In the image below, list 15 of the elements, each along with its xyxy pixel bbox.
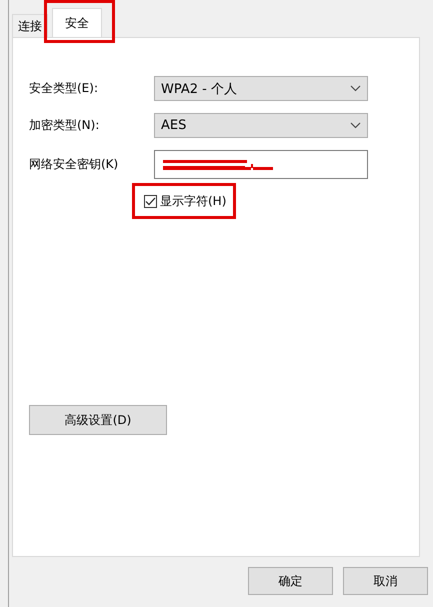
tab[interactable]: 连接	[12, 14, 48, 37]
password-field[interactable]	[154, 150, 368, 179]
check-icon	[145, 197, 156, 206]
chevron-down-icon	[350, 122, 361, 129]
field-label: 安全类型(E):	[29, 80, 99, 97]
advanced-settings-button[interactable]: 高级设置(D)	[29, 405, 167, 435]
tab[interactable]: 安全	[52, 8, 102, 37]
dropdown[interactable]: AES	[154, 113, 368, 138]
show-characters-checkbox[interactable]: 显示字符(H)	[144, 193, 226, 210]
field-label: 网络安全密钥(K)	[29, 156, 120, 173]
chevron-down-icon	[350, 85, 361, 92]
cancel-button[interactable]: 取消	[343, 567, 428, 595]
ok-button[interactable]: 确定	[248, 567, 333, 595]
dropdown[interactable]: WPA2 - 个人	[154, 76, 368, 101]
field-label: 加密类型(N):	[29, 117, 100, 134]
